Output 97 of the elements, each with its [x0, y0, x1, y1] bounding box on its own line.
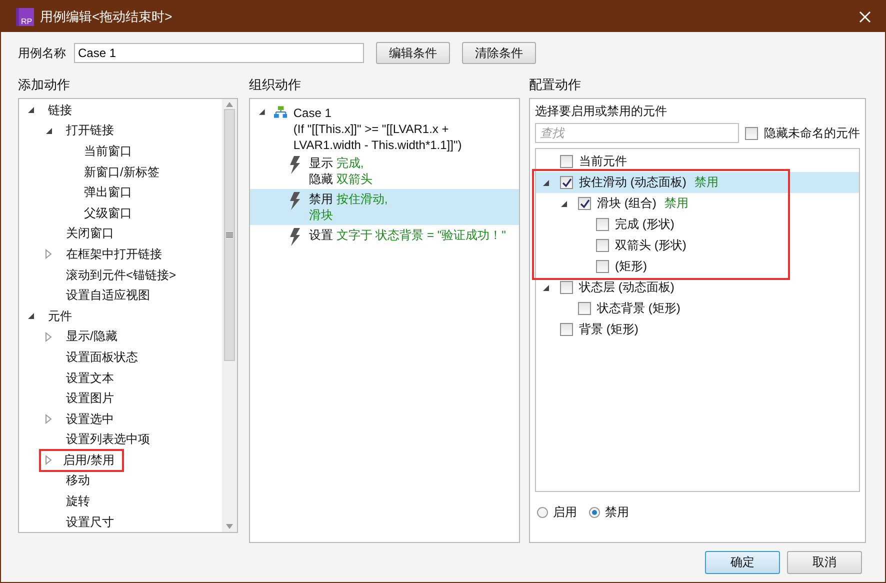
action-row[interactable]: 设置 文字于 状态背景 = "验证成功！" [250, 225, 519, 248]
lightning-icon [289, 156, 301, 174]
element-row[interactable]: 滑块 (组合) 禁用 [536, 193, 859, 214]
action-item[interactable]: 元件 [45, 306, 75, 326]
action-item[interactable]: 设置图片 [63, 389, 117, 408]
scroll-up-icon[interactable] [226, 102, 233, 107]
element-label: 双箭头 (形状) [615, 237, 686, 254]
hierarchy-icon [274, 106, 288, 118]
element-label: 背景 (矩形) [579, 321, 638, 338]
action-item[interactable]: 链接 [45, 100, 75, 120]
action-item[interactable]: 显示/隐藏 [63, 327, 120, 346]
action-item[interactable]: 新窗口/新标签 [81, 162, 162, 182]
action-text: 禁用 按住滑动, [309, 191, 388, 207]
action-item[interactable]: 设置列表选中项 [63, 430, 153, 450]
section-title: 添加动作 [18, 76, 71, 94]
element-label: 当前元件 [579, 153, 627, 170]
element-row[interactable]: 完成 (形状) [536, 214, 859, 235]
checkbox[interactable] [560, 323, 573, 336]
case-name-label: 用例名称 [18, 44, 66, 62]
action-text: 滑块 [309, 207, 334, 223]
checkbox[interactable] [560, 155, 573, 168]
expanded-arrow-icon[interactable] [542, 284, 550, 292]
condition-button[interactable]: 清除条件 [462, 42, 536, 64]
action-item[interactable]: 关闭窗口 [63, 224, 117, 244]
action-row[interactable]: 禁用 按住滑动, 滑块 [250, 189, 519, 225]
element-row[interactable]: 当前元件 [536, 151, 859, 172]
lightning-icon [289, 192, 301, 210]
action-item[interactable]: 移动 [63, 471, 93, 490]
action-item[interactable]: 设置文本 [63, 368, 117, 388]
expanded-arrow-icon[interactable] [258, 108, 266, 116]
case-condition: (If "[[This.x]]" >= "[[LVAR1.x + LVAR1.width - This.width*1.1]]") [293, 121, 463, 153]
expanded-arrow-icon[interactable] [560, 200, 568, 208]
expanded-arrow-icon[interactable] [27, 106, 35, 114]
expanded-arrow-icon[interactable] [27, 312, 35, 320]
element-label: 完成 (形状) [615, 216, 674, 233]
action-item[interactable]: 滚动到元件<锚链接> [63, 266, 180, 285]
action-text: 显示 完成, [309, 155, 365, 171]
element-row[interactable]: 按住滑动 (动态面板) 禁用 [536, 172, 859, 193]
action-item[interactable]: 启用/禁用 [41, 450, 122, 470]
app-logo: RP [16, 8, 34, 26]
action-item[interactable]: 在框架中打开链接 [63, 244, 165, 264]
element-row[interactable]: 状态背景 (矩形) [536, 298, 859, 319]
element-row[interactable]: 状态层 (动态面板) [536, 277, 859, 298]
status-label: 禁用 [664, 195, 688, 212]
action-item[interactable]: 设置选中 [63, 410, 117, 429]
checkbox[interactable] [745, 126, 758, 140]
collapsed-arrow-icon[interactable] [45, 414, 52, 424]
section-title: 组织动作 [249, 76, 302, 94]
action-item[interactable]: 设置自适应视图 [63, 286, 153, 306]
window-title: 用例编辑<拖动结束时> [40, 8, 174, 26]
element-label: 状态层 (动态面板) [579, 279, 674, 296]
checkbox[interactable] [596, 260, 609, 273]
dialog-button[interactable]: 取消 [787, 551, 862, 574]
checkbox[interactable] [560, 281, 573, 294]
checkbox-label: 隐藏未命名的元件 [764, 124, 860, 142]
action-item[interactable]: 弹出窗口 [81, 183, 135, 202]
lightning-icon [289, 228, 301, 246]
condition-button[interactable]: 编辑条件 [376, 42, 450, 64]
element-label: (矩形) [615, 258, 647, 275]
expanded-arrow-icon[interactable] [45, 126, 53, 135]
radio-option[interactable]: 启用 [537, 504, 577, 520]
scroll-down-icon[interactable] [226, 524, 233, 529]
collapsed-arrow-icon[interactable] [45, 455, 52, 466]
radio-option[interactable]: 禁用 [589, 504, 629, 520]
element-row[interactable]: 双箭头 (形状) [536, 235, 859, 256]
collapsed-arrow-icon[interactable] [45, 249, 52, 260]
action-text: 设置 文字于 状态背景 = "验证成功！" [309, 227, 506, 243]
action-text: 隐藏 双箭头 [309, 171, 372, 187]
dialog-button[interactable]: 确定 [705, 551, 780, 574]
search-field[interactable]: 查找 [535, 123, 739, 143]
element-label: 滑块 (组合) [597, 195, 656, 212]
element-row[interactable]: 背景 (矩形) [536, 319, 859, 340]
action-item[interactable]: 设置尺寸 [63, 512, 117, 532]
checkbox[interactable] [596, 218, 609, 231]
case-name[interactable]: Case 1 [293, 105, 519, 121]
prompt-text: 选择要启用或禁用的元件 [535, 103, 668, 120]
checkbox[interactable] [560, 176, 573, 189]
collapsed-arrow-icon[interactable] [45, 332, 52, 342]
action-item[interactable]: 当前窗口 [81, 142, 135, 161]
case-name-field[interactable]: Case 1 [74, 43, 364, 63]
action-item[interactable]: 父级窗口 [81, 204, 135, 223]
grip-icon[interactable] [226, 232, 233, 238]
checkbox[interactable] [596, 239, 609, 252]
action-item[interactable]: 旋转 [63, 492, 93, 512]
action-row[interactable]: 显示 完成, 隐藏 双箭头 [250, 153, 519, 189]
element-label: 按住滑动 (动态面板) [579, 174, 686, 191]
scrollbar[interactable] [222, 99, 237, 532]
status-label: 禁用 [694, 174, 718, 191]
close-icon[interactable] [859, 10, 871, 22]
element-label: 状态背景 (矩形) [597, 300, 680, 317]
section-title: 配置动作 [529, 76, 582, 94]
expanded-arrow-icon[interactable] [542, 178, 550, 186]
action-item[interactable]: 设置面板状态 [63, 348, 141, 367]
checkbox[interactable] [578, 302, 591, 315]
element-row[interactable]: (矩形) [536, 256, 859, 277]
checkbox[interactable] [578, 197, 591, 210]
action-item[interactable]: 打开链接 [63, 121, 117, 140]
